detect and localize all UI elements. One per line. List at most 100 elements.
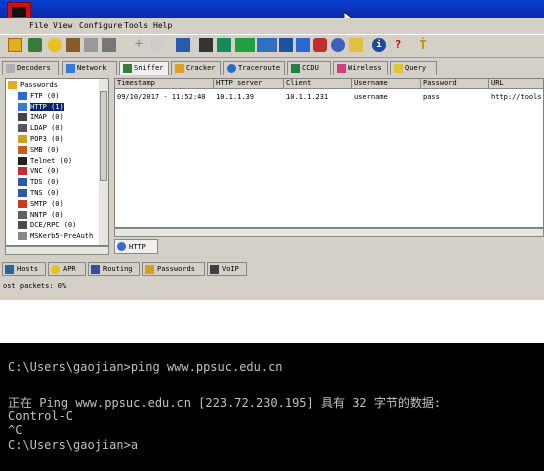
remove-icon[interactable]: [150, 38, 164, 52]
wireless-icon[interactable]: [331, 38, 345, 52]
tree-item-label: LDAP (0): [30, 124, 64, 133]
menu-help[interactable]: Help: [153, 21, 172, 30]
column-header[interactable]: Password: [421, 79, 489, 89]
tab-query[interactable]: Query: [390, 61, 437, 75]
hosts-icon: [5, 265, 14, 274]
grid-horizontal-scrollbar[interactable]: [114, 228, 544, 237]
mac-icon[interactable]: [235, 38, 255, 52]
query-icon[interactable]: [349, 38, 363, 52]
tree-item[interactable]: MSKerb5-PreAuth: [18, 232, 93, 242]
ip-icon[interactable]: [257, 38, 277, 52]
tree-item[interactable]: Telnet (0): [18, 156, 73, 167]
tree-item[interactable]: POP3 (0): [18, 135, 64, 145]
password-grid: Timestamp HTTP server Client Username Pa…: [114, 78, 544, 228]
tree-item-label: TDS (0): [30, 178, 60, 187]
open-folder-icon[interactable]: [8, 38, 22, 52]
tree-item-label: VNC (0): [30, 167, 60, 176]
tab-wireless[interactable]: Wireless: [333, 61, 388, 75]
terminal-line: ^C: [8, 423, 23, 437]
tab-network[interactable]: Network: [62, 61, 117, 75]
tab-passwords[interactable]: Passwords: [142, 262, 205, 276]
hash-icon[interactable]: [84, 38, 98, 52]
tab-apr[interactable]: APR: [48, 262, 86, 276]
apr-icon[interactable]: [48, 38, 62, 52]
column-header[interactable]: HTTP server: [214, 79, 284, 89]
certificate-icon[interactable]: [217, 38, 231, 52]
tree-item-label: Telnet (0): [30, 156, 73, 165]
tab-routing[interactable]: Routing: [88, 262, 140, 276]
tree-item[interactable]: TNS (0): [18, 189, 60, 199]
menu-configure[interactable]: Configure: [79, 21, 122, 30]
cell-username[interactable]: username: [354, 93, 388, 101]
lm-hash-icon[interactable]: [102, 38, 116, 52]
help-icon[interactable]: ?: [391, 38, 405, 52]
tab-sniffer[interactable]: Sniffer: [119, 61, 169, 75]
tree-item[interactable]: VNC (0): [18, 167, 60, 177]
protocol-icon: [18, 91, 27, 100]
cell-url[interactable]: http://tools.: [491, 93, 543, 101]
tree-item[interactable]: FTP (0): [18, 91, 60, 102]
cell-client[interactable]: 10.1.1.231: [286, 93, 328, 101]
voip-icon: [210, 265, 219, 274]
rdp-icon[interactable]: [296, 38, 310, 52]
add-icon[interactable]: +: [132, 37, 146, 52]
tree-item-label: SMB (0): [30, 145, 60, 154]
menu-view[interactable]: View: [53, 21, 72, 30]
decode-icon[interactable]: [176, 38, 190, 52]
column-header[interactable]: Client: [284, 79, 352, 89]
cell-timestamp[interactable]: 09/10/2017 - 11:52:40: [117, 93, 206, 101]
protocol-icon: [18, 124, 27, 133]
network-scan-icon[interactable]: [199, 38, 213, 52]
terminal-line: C:\Users\gaojian>ping www.ppsuc.edu.cn: [8, 360, 283, 374]
tree-item[interactable]: TDS (0): [18, 178, 60, 188]
tree-item[interactable]: HTTP (1): [18, 102, 64, 113]
tree-item[interactable]: DCE/RPC (0): [18, 221, 76, 231]
cisco-icon[interactable]: [313, 38, 327, 52]
tree-horizontal-scrollbar[interactable]: [5, 246, 109, 255]
column-header[interactable]: Username: [352, 79, 421, 89]
tab-cracker[interactable]: Cracker: [171, 61, 221, 75]
tab-traceroute[interactable]: Traceroute: [223, 61, 285, 75]
protocol-icon: [18, 199, 27, 208]
tree-item[interactable]: SMB (0): [18, 145, 60, 156]
tab-decoders[interactable]: Decoders: [2, 61, 59, 75]
tab-voip[interactable]: VoIP: [207, 262, 247, 276]
cell-http-server[interactable]: 10.1.1.39: [216, 93, 254, 101]
subtab-http[interactable]: HTTP: [114, 239, 158, 254]
protocol-icon: [18, 167, 27, 176]
tree-item-label: MSKerb5-PreAuth: [30, 232, 94, 241]
title-bar[interactable]: [0, 0, 544, 22]
menu-tools[interactable]: Tools: [124, 21, 148, 30]
tree-item[interactable]: Passwords: [8, 81, 58, 91]
ccdu-icon: [291, 64, 300, 73]
tree-item-label: Passwords: [20, 81, 58, 89]
decoders-icon: [6, 64, 15, 73]
toolbar: + i ? Ṫ: [0, 34, 544, 58]
command-prompt[interactable]: C:\Users\gaojian>ping www.ppsuc.edu.cn 正在…: [0, 343, 544, 471]
protocol-tree[interactable]: Passwords FTP (0) HTTP (1) IMAP (0) LDAP (0)…: [5, 78, 109, 246]
menu-file[interactable]: File: [29, 21, 48, 30]
protocol-icon: [18, 232, 27, 241]
cell-password[interactable]: pass: [423, 93, 440, 101]
tree-item-label: POP3 (0): [30, 135, 64, 143]
info-icon[interactable]: i: [372, 38, 386, 52]
start-sniffer-icon[interactable]: [28, 38, 42, 52]
tree-item[interactable]: LDAP (0): [18, 124, 64, 134]
protocol-icon: [18, 145, 27, 154]
tab-hosts[interactable]: Hosts: [2, 262, 46, 276]
network-icon[interactable]: [66, 38, 80, 52]
about-icon[interactable]: Ṫ: [416, 38, 430, 52]
column-header[interactable]: URL: [489, 79, 543, 89]
cain-window: File View Configure Tools Help + i ? Ṫ D…: [0, 0, 544, 300]
main-tab-strip: Decoders Network Sniffer Cracker Tracero…: [0, 60, 544, 76]
wireless-icon: [337, 64, 346, 73]
column-header[interactable]: Timestamp: [115, 79, 214, 89]
tree-item[interactable]: NNTP (0): [18, 210, 64, 221]
tree-item[interactable]: SMTP (0): [18, 199, 64, 210]
tree-item[interactable]: IMAP (0): [18, 113, 64, 123]
protocol-icon: [18, 178, 27, 187]
tree-vertical-scrollbar[interactable]: [99, 79, 108, 245]
sniffer-icon: [123, 64, 132, 73]
tab-ccdu[interactable]: CCDU: [287, 61, 331, 75]
base64-icon[interactable]: [279, 38, 293, 52]
